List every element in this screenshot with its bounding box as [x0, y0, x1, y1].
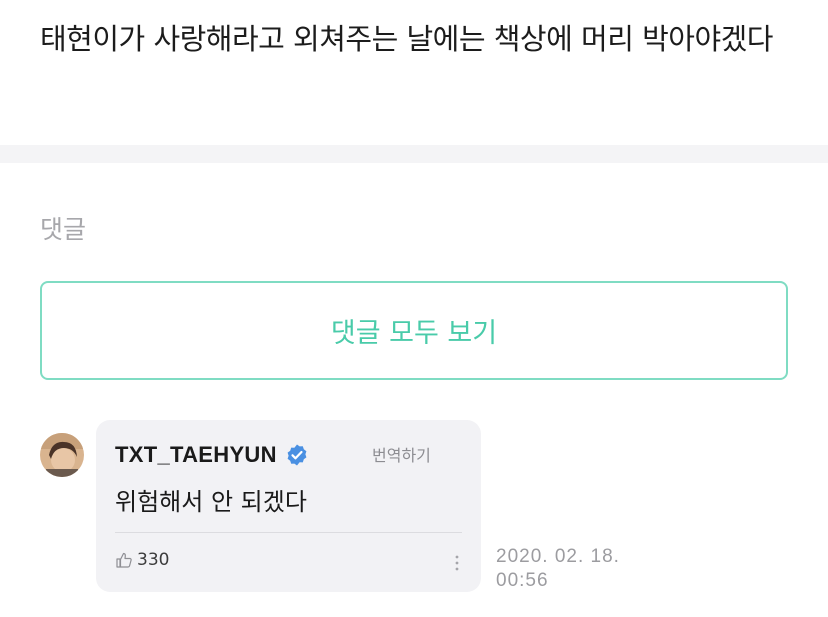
- avatar-image: [40, 433, 84, 477]
- view-all-comments-button[interactable]: 댓글 모두 보기: [40, 281, 788, 380]
- comment-author-name[interactable]: TXT_TAEHYUN: [115, 442, 277, 468]
- like-count: 330: [137, 550, 170, 570]
- section-divider: [0, 145, 828, 163]
- verified-badge-icon: [285, 443, 309, 467]
- avatar[interactable]: [40, 433, 84, 477]
- translate-link[interactable]: 번역하기: [372, 442, 431, 466]
- comment-author-row: TXT_TAEHYUN: [115, 442, 309, 468]
- thumbs-up-icon: [115, 551, 133, 569]
- comment-body-text: 위험해서 안 되겠다: [115, 488, 307, 516]
- post-detail-page: 태현이가 사랑해라고 외쳐주는 날에는 책상에 머리 박아야겠다 댓글 댓글 모…: [0, 0, 828, 617]
- comments-heading: 댓글: [40, 215, 87, 244]
- comment-card: TXT_TAEHYUN 번역하기 위험해서 안 되겠다 330: [96, 420, 481, 592]
- comment-card-divider: [115, 532, 462, 533]
- post-body-text: 태현이가 사랑해라고 외쳐주는 날에는 책상에 머리 박아야겠다: [40, 22, 774, 56]
- like-button[interactable]: 330: [115, 550, 169, 570]
- comment-timestamp: 2020. 02. 18. 00:56: [496, 546, 620, 591]
- more-vertical-icon[interactable]: [453, 552, 461, 574]
